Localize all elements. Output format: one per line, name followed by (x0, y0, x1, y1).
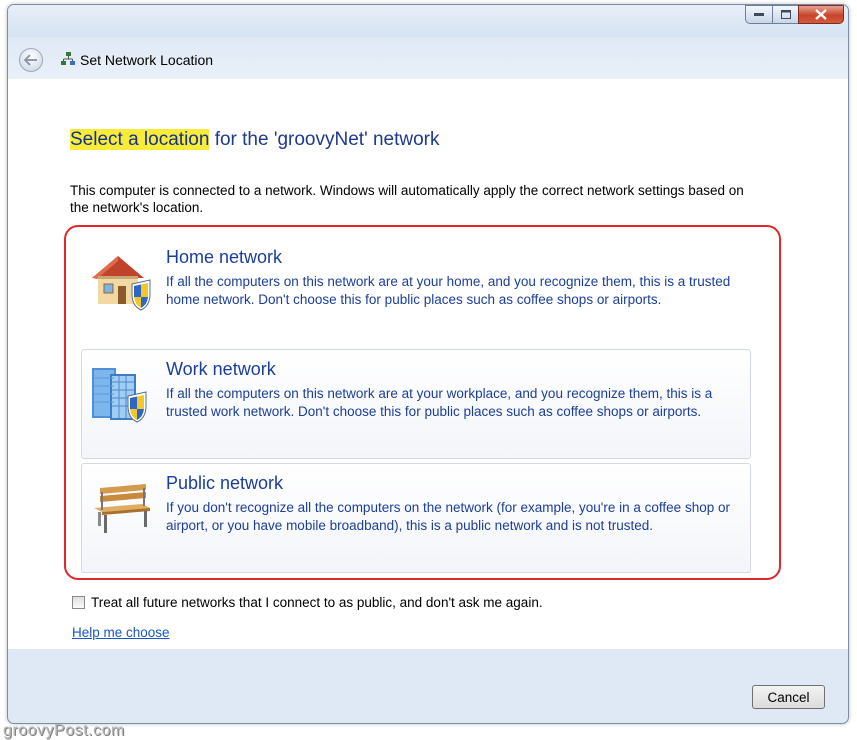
content-area: Select a location for the 'groovyNet' ne… (8, 79, 848, 649)
maximize-button[interactable] (772, 5, 798, 24)
dialog-window: Set Network Location Select a location f… (7, 4, 849, 724)
maximize-icon (780, 10, 791, 19)
heading-highlight: Select a location (70, 129, 210, 150)
help-me-choose-link[interactable]: Help me choose (72, 625, 170, 640)
back-button[interactable] (19, 48, 43, 72)
option-description: If all the computers on this network are… (166, 386, 713, 419)
description-text: This computer is connected to a network.… (70, 183, 744, 215)
page-heading: Select a location for the 'groovyNet' ne… (70, 129, 440, 151)
minimize-button[interactable] (745, 5, 772, 24)
option-title: Public network (166, 473, 284, 493)
navigation-bar: Set Network Location (8, 37, 848, 79)
option-title: Home network (166, 247, 283, 267)
watermark-text: groovyPost.com (3, 722, 125, 739)
close-button[interactable] (798, 5, 844, 24)
cancel-button[interactable]: Cancel (752, 685, 825, 709)
minimize-icon (754, 12, 764, 16)
heading-rest: for the 'groovyNet' network (209, 129, 440, 150)
window-title: Set Network Location (80, 52, 214, 68)
option-public-network[interactable]: Public network If you don't recognize al… (81, 463, 751, 573)
checkbox-label[interactable]: Treat all future networks that I connect… (91, 595, 543, 610)
option-description: If you don't recognize all the computers… (166, 500, 730, 533)
close-icon (815, 9, 827, 20)
network-icon (61, 52, 75, 65)
office-building-shield-icon (92, 368, 147, 423)
option-home-network[interactable]: Home network If all the computers on thi… (81, 237, 751, 347)
title-bar[interactable] (8, 5, 848, 37)
caption-buttons (745, 5, 844, 24)
treat-public-checkbox[interactable] (72, 596, 85, 609)
option-work-network[interactable]: Work network If all the computers on thi… (81, 349, 751, 459)
park-bench-icon (94, 484, 150, 533)
public-checkbox-row[interactable]: Treat all future networks that I connect… (72, 595, 543, 610)
option-description: If all the computers on this network are… (166, 274, 731, 307)
option-title: Work network (166, 359, 276, 379)
house-shield-icon (92, 256, 151, 311)
back-arrow-icon (24, 54, 37, 66)
